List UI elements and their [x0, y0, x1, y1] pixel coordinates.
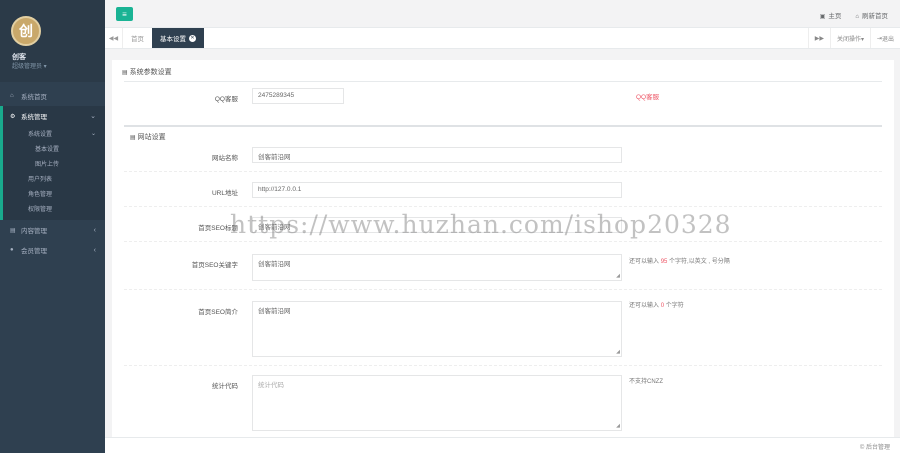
list-icon: ▤ [130, 135, 136, 141]
sidebar-subitem-system-settings[interactable]: 系统设置 ⌄ [3, 126, 105, 141]
close-icon[interactable]: ✕ [189, 34, 196, 42]
qq-hint: QQ客服 [636, 94, 660, 101]
list-icon: ▤ [122, 70, 128, 76]
logo: 创 [11, 16, 41, 46]
sidebar-item-system[interactable]: ⚙ 系统管理 ⌄ [0, 106, 105, 126]
sidebar-subitem-perms[interactable]: 权限管理 [3, 201, 105, 216]
seo-keywords-value: 创客前沿网 [258, 261, 291, 268]
sidebar-nav: ⌂ 系统首页 ⚙ 系统管理 ⌄ 系统设置 ⌄ 基本设置 图片上传 用户列表 角色… [0, 86, 105, 260]
tab-bar-right: ▶▶ 关闭操作▾ ⇥ 退出 [807, 28, 900, 48]
close-tabs-dropdown[interactable]: 关闭操作▾ [829, 28, 870, 48]
chevron-left-icon: ‹ [93, 226, 96, 234]
sidebar-subitem-basic[interactable]: 基本设置 [3, 141, 105, 156]
hint-text: 个字符,以英文 , 号分隔 [669, 259, 730, 265]
sidebar-item-content[interactable]: ▤ 内容管理 ‹ [0, 220, 105, 240]
sidebar-item-label: 内容管理 [21, 228, 47, 235]
divider [124, 289, 882, 290]
document-icon: ▤ [10, 227, 16, 234]
section-title-text: 系统参数设置 [129, 69, 172, 76]
tab-home[interactable]: 首页 [123, 28, 155, 48]
resize-handle-icon[interactable]: ◢ [616, 349, 620, 355]
hint-text: 个字符 [665, 303, 684, 309]
system-submenu: 系统设置 ⌄ 基本设置 图片上传 用户列表 角色管理 权限管理 [0, 126, 105, 220]
sidebar-subitem-roles[interactable]: 角色管理 [3, 186, 105, 201]
home-icon: ⌂ [10, 93, 14, 99]
seo-desc-label: 首页SEO简介 [198, 309, 238, 316]
site-name-input[interactable]: 创客前沿网 [252, 147, 622, 163]
refresh-link[interactable]: ⌂ 刷新首页 [855, 10, 888, 20]
qq-label: QQ客服 [214, 96, 238, 103]
home-icon: ⌂ [855, 14, 859, 20]
footer: © 后台管理 [105, 437, 900, 453]
monitor-icon: ▣ [819, 14, 826, 20]
user-icon: ● [10, 247, 14, 253]
tab-scroll-right-button[interactable]: ▶▶ [807, 28, 830, 48]
seo-desc-textarea[interactable]: 创客前沿网 ◢ [252, 301, 622, 357]
stats-code-placeholder: 统计代码 [258, 382, 284, 389]
stats-code-label: 统计代码 [212, 383, 238, 390]
settings-panel: ▤ 系统参数设置 QQ客服 2475289345 QQ客服 ▤ 网站设置 网站名称 … [112, 60, 894, 437]
gear-icon: ⚙ [10, 113, 16, 120]
hint-count: 95 [660, 259, 668, 265]
hint-text: 还可以输入 [629, 259, 660, 265]
sidebar: 创 创客 超级管理员 ▾ ⌂ 系统首页 ⚙ 系统管理 ⌄ 系统设置 ⌄ 基本设置… [0, 0, 105, 453]
seo-desc-value: 创客前沿网 [258, 308, 291, 315]
tab-current[interactable]: 基本设置 ✕ [152, 28, 204, 48]
section-title-site: ▤ 网站设置 [130, 132, 166, 142]
tab-scroll-left-button[interactable]: ◀◀ [105, 28, 123, 48]
exit-button[interactable]: ⇥ 退出 [869, 28, 900, 48]
chevron-down-icon: ⌄ [90, 113, 96, 120]
profile: 创 创客 超级管理员 ▾ [0, 0, 105, 82]
seo-keywords-textarea[interactable]: 创客前沿网 ◢ [252, 254, 622, 281]
sidebar-item-label: 系统设置 [28, 132, 53, 138]
chevron-down-icon: ⌄ [90, 131, 96, 137]
sidebar-subitem-upload[interactable]: 图片上传 [3, 156, 105, 171]
hint-count: 0 [660, 303, 665, 309]
sidebar-item-label: 系统管理 [21, 114, 47, 121]
home-link[interactable]: ▣ 主页 [820, 10, 842, 20]
divider [124, 171, 882, 172]
resize-handle-icon[interactable]: ◢ [616, 273, 620, 279]
bars-icon: ≡ [122, 9, 127, 19]
url-input[interactable]: http://127.0.0.1 [252, 182, 622, 198]
seo-title-label: 首页SEO标题 [198, 225, 238, 232]
divider [124, 125, 882, 127]
sidebar-item-label: 会员管理 [21, 248, 47, 255]
resize-handle-icon[interactable]: ◢ [616, 423, 620, 429]
profile-role-dropdown[interactable]: 超级管理员 ▾ [12, 61, 47, 70]
chevron-left-icon: ‹ [93, 246, 96, 254]
section-title-system: ▤ 系统参数设置 [122, 67, 172, 77]
seo-title-input[interactable]: 创客前沿网 [252, 217, 622, 233]
divider [124, 365, 882, 366]
sidebar-item-label: 系统首页 [21, 94, 47, 101]
sidebar-subitem-users[interactable]: 用户列表 [3, 171, 105, 186]
divider [124, 81, 882, 82]
hint-text: 还可以输入 [629, 303, 660, 309]
section-title-text: 网站设置 [137, 134, 166, 141]
menu-toggle-button[interactable]: ≡ [116, 7, 133, 21]
site-name-label: 网站名称 [212, 155, 238, 162]
divider [124, 206, 882, 207]
stats-code-hint: 不支持CNZZ [629, 379, 663, 385]
qq-input[interactable]: 2475289345 [252, 88, 344, 104]
seo-keywords-hint: 还可以输入 95 个字符,以英文 , 号分隔 [629, 256, 730, 265]
tab-current-label: 基本设置 [160, 36, 186, 43]
tab-bar: ◀◀ 首页 基本设置 ✕ ▶▶ 关闭操作▾ ⇥ 退出 [105, 28, 900, 49]
seo-desc-hint: 还可以输入 0 个字符 [629, 300, 684, 309]
footer-text: © 后台管理 [859, 445, 890, 451]
sidebar-item-members[interactable]: ● 会员管理 ‹ [0, 240, 105, 260]
refresh-link-label: 刷新首页 [862, 13, 888, 20]
seo-keywords-label: 首页SEO关键字 [191, 262, 238, 269]
home-link-label: 主页 [828, 13, 842, 20]
topbar: ≡ ▣ 主页 ⌂ 刷新首页 [105, 0, 900, 28]
main-content: ▤ 系统参数设置 QQ客服 2475289345 QQ客服 ▤ 网站设置 网站名称 … [105, 50, 900, 437]
stats-code-textarea[interactable]: 统计代码 ◢ [252, 375, 622, 431]
url-label: URL地址 [211, 190, 238, 197]
divider [124, 241, 882, 242]
exit-label: 退出 [881, 36, 894, 43]
topbar-links: ▣ 主页 ⌂ 刷新首页 [820, 10, 888, 20]
sidebar-item-home[interactable]: ⌂ 系统首页 [0, 86, 105, 106]
